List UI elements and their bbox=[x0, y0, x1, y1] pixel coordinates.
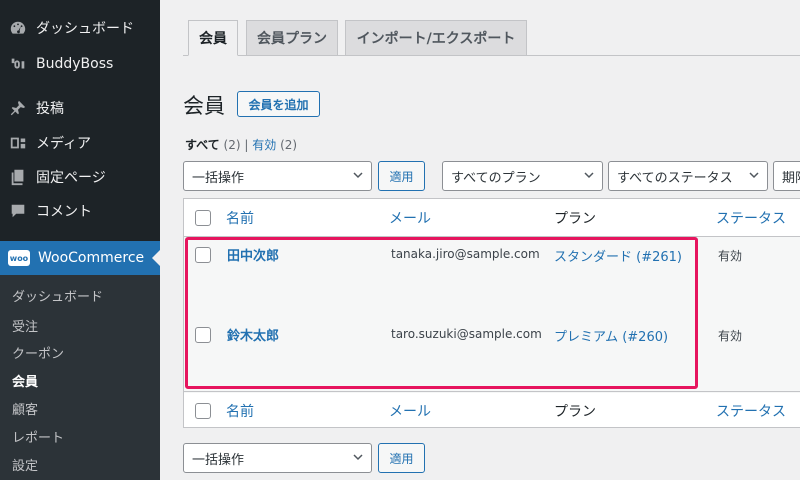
date-filter-value: 期限 bbox=[782, 170, 800, 186]
pin-icon bbox=[8, 98, 28, 118]
view-active-link[interactable]: 有効 bbox=[252, 138, 276, 152]
current-menu-arrow bbox=[152, 250, 160, 266]
chevron-down-icon bbox=[353, 454, 363, 461]
tab-members[interactable]: 会員 bbox=[188, 20, 238, 56]
table-header: 名前 メール プラン ステータス bbox=[184, 199, 800, 237]
sidebar-item-woocommerce[interactable]: woo WooCommerce bbox=[0, 241, 160, 275]
admin-sidebar: ダッシュボード BuddyBoss 投稿 メディア 固定ページ コメント woo… bbox=[0, 0, 160, 480]
column-name-footer[interactable]: 名前 bbox=[226, 401, 254, 421]
column-name[interactable]: 名前 bbox=[226, 208, 254, 228]
view-separator: | bbox=[244, 138, 249, 152]
member-status: 有効 bbox=[718, 249, 743, 263]
sidebar-item-label: WooCommerce bbox=[38, 250, 145, 266]
pages-icon bbox=[8, 167, 28, 187]
sidebar-item-pages[interactable]: 固定ページ bbox=[0, 160, 160, 194]
chevron-down-icon bbox=[584, 172, 594, 179]
column-plan-footer: プラン bbox=[554, 404, 596, 420]
woocommerce-icon: woo bbox=[8, 250, 30, 266]
chevron-down-icon bbox=[749, 172, 759, 179]
sidebar-item-label: BuddyBoss bbox=[36, 56, 114, 72]
column-status[interactable]: ステータス bbox=[716, 208, 786, 228]
view-all-link[interactable]: すべて bbox=[185, 138, 220, 152]
bulk-action-select-bottom[interactable]: 一括操作 bbox=[183, 443, 372, 473]
column-plan: プラン bbox=[554, 211, 596, 227]
tab-membership-plans[interactable]: 会員プラン bbox=[246, 20, 338, 56]
apply-button-bottom[interactable]: 適用 bbox=[378, 443, 425, 473]
table-footer: 名前 メール プラン ステータス bbox=[184, 391, 800, 429]
submenu-item-settings[interactable]: 設定 bbox=[12, 455, 38, 474]
sidebar-item-label: ダッシュボード bbox=[36, 21, 134, 37]
annotation-highlight-box bbox=[185, 237, 698, 389]
tab-import-export[interactable]: インポート/エクスポート bbox=[345, 20, 527, 56]
status-filter-value: すべてのステータス bbox=[617, 170, 733, 186]
submenu-item-reports[interactable]: レポート bbox=[12, 427, 64, 446]
member-status: 有効 bbox=[718, 329, 743, 343]
submenu-item-customers[interactable]: 顧客 bbox=[12, 399, 38, 418]
sidebar-item-media[interactable]: メディア bbox=[0, 126, 160, 160]
dashboard-icon bbox=[8, 18, 28, 38]
bulk-action-value: 一括操作 bbox=[192, 170, 245, 186]
add-member-button[interactable]: 会員を追加 bbox=[237, 91, 320, 117]
plan-filter-select[interactable]: すべてのプラン bbox=[442, 161, 603, 191]
page-title: 会員 bbox=[183, 94, 225, 118]
date-filter-select[interactable]: 期限 bbox=[773, 161, 800, 191]
sidebar-item-posts[interactable]: 投稿 bbox=[0, 91, 160, 125]
select-all-checkbox-footer[interactable] bbox=[195, 403, 211, 419]
submenu-item-orders[interactable]: 受注 bbox=[12, 316, 38, 335]
column-email-footer[interactable]: メール bbox=[389, 401, 431, 421]
plan-filter-value: すべてのプラン bbox=[451, 170, 541, 186]
woocommerce-submenu: ダッシュボード 受注 クーポン 会員 顧客 レポート 設定 bbox=[0, 275, 160, 480]
sidebar-item-label: 投稿 bbox=[36, 101, 64, 117]
column-status-footer[interactable]: ステータス bbox=[716, 401, 786, 421]
status-filter-select[interactable]: すべてのステータス bbox=[608, 161, 768, 191]
media-icon bbox=[8, 133, 28, 153]
view-all-count: (2) bbox=[223, 138, 241, 152]
view-filters: すべて (2) | 有効 (2) bbox=[185, 136, 297, 153]
buddyboss-icon bbox=[8, 54, 28, 74]
sidebar-item-comments[interactable]: コメント bbox=[0, 194, 160, 228]
sidebar-item-buddyboss[interactable]: BuddyBoss bbox=[0, 47, 160, 81]
sidebar-item-dashboard[interactable]: ダッシュボード bbox=[0, 11, 160, 45]
sidebar-item-label: メディア bbox=[36, 136, 92, 152]
column-email[interactable]: メール bbox=[389, 208, 431, 228]
view-active-count: (2) bbox=[280, 138, 298, 152]
chevron-down-icon bbox=[353, 172, 363, 179]
submenu-item-coupons[interactable]: クーポン bbox=[12, 343, 64, 362]
bulk-action-value: 一括操作 bbox=[192, 452, 245, 468]
comment-icon bbox=[8, 201, 28, 221]
sidebar-item-label: コメント bbox=[36, 204, 92, 220]
sidebar-item-label: 固定ページ bbox=[36, 170, 106, 186]
apply-button[interactable]: 適用 bbox=[378, 161, 425, 191]
submenu-item-members[interactable]: 会員 bbox=[12, 371, 38, 390]
submenu-item-dashboard[interactable]: ダッシュボード bbox=[12, 286, 103, 305]
select-all-checkbox[interactable] bbox=[195, 210, 211, 226]
bulk-action-select[interactable]: 一括操作 bbox=[183, 161, 372, 191]
